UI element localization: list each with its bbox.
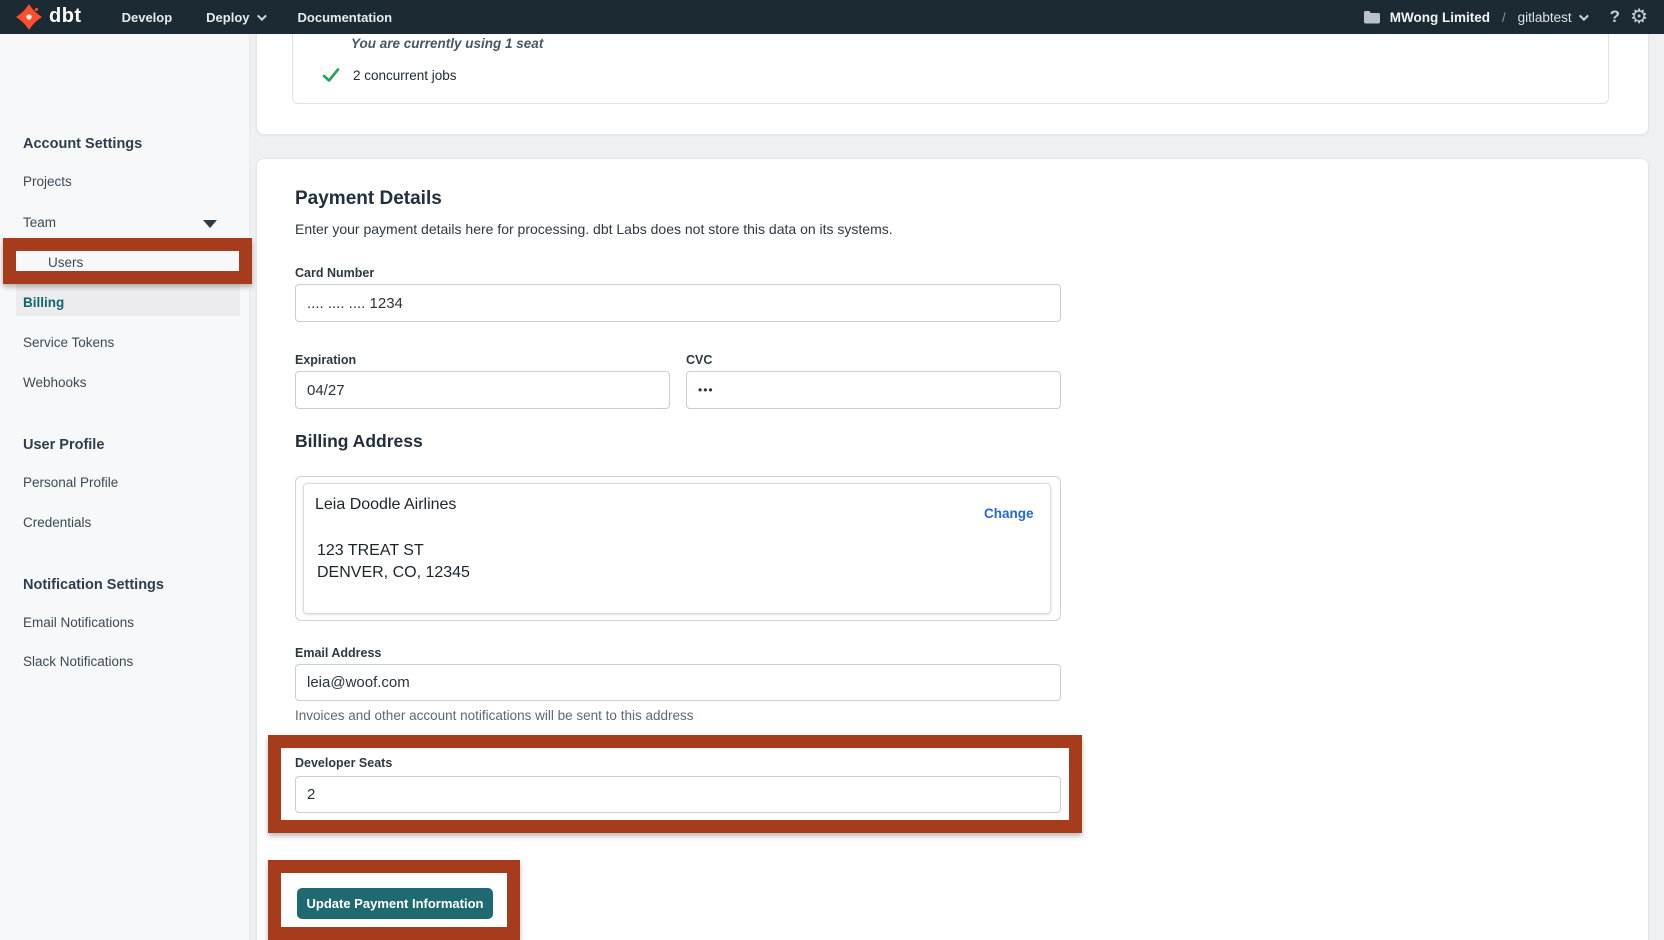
gear-icon[interactable]: ⚙ (1630, 7, 1648, 27)
account-name[interactable]: MWong Limited (1390, 10, 1490, 25)
seat-usage-note: You are currently using 1 seat (351, 36, 543, 51)
sidebar-item-billing[interactable]: Billing (23, 295, 64, 310)
page-title: Payment Details (295, 188, 442, 210)
cvc-label: CVC (686, 353, 712, 367)
check-icon (322, 66, 340, 84)
change-address-link[interactable]: Change (984, 506, 1034, 521)
breadcrumb-separator: / (1500, 10, 1508, 25)
sidebar-item-slack-notifications[interactable]: Slack Notifications (23, 654, 133, 669)
caret-down-icon[interactable] (203, 220, 217, 228)
expiration-input[interactable] (295, 371, 670, 409)
sidebar-item-projects[interactable]: Projects (23, 174, 72, 189)
email-helper-text: Invoices and other account notifications… (295, 708, 693, 723)
nav-link-deploy[interactable]: Deploy (206, 10, 263, 25)
developer-seats-label: Developer Seats (295, 756, 392, 770)
top-navbar: dbt Develop Deploy Documentation MWong L… (0, 0, 1664, 34)
project-selector[interactable]: gitlabtest (1518, 10, 1586, 25)
update-payment-button[interactable]: Update Payment Information (297, 888, 493, 919)
developer-seats-input[interactable] (295, 776, 1061, 813)
dbt-logo[interactable]: dbt (16, 4, 82, 30)
settings-sidebar: Account Settings Projects Team Users Bil… (0, 34, 250, 940)
help-icon[interactable]: ? (1610, 7, 1620, 27)
sidebar-item-personal-profile[interactable]: Personal Profile (23, 475, 118, 490)
sidebar-item-credentials[interactable]: Credentials (23, 515, 91, 530)
sidebar-section-notification-settings: Notification Settings (23, 577, 164, 593)
billing-address-name: Leia Doodle Airlines (315, 496, 456, 514)
nav-link-documentation[interactable]: Documentation (298, 10, 393, 25)
sidebar-item-team[interactable]: Team (23, 215, 56, 230)
billing-address-street: 123 TREAT ST (317, 542, 424, 560)
card-number-input[interactable] (295, 284, 1061, 322)
folder-icon (1363, 10, 1380, 24)
chevron-down-icon (256, 11, 266, 21)
concurrent-jobs-feature: 2 concurrent jobs (353, 68, 457, 83)
sidebar-item-email-notifications[interactable]: Email Notifications (23, 615, 134, 630)
sidebar-item-service-tokens[interactable]: Service Tokens (23, 335, 114, 350)
cvc-input[interactable] (686, 371, 1061, 409)
sidebar-item-webhooks[interactable]: Webhooks (23, 375, 87, 390)
sidebar-item-users[interactable]: Users (48, 255, 83, 270)
billing-address-city: DENVER, CO, 12345 (317, 564, 470, 582)
dbt-logo-icon (16, 4, 42, 30)
sidebar-section-account-settings: Account Settings (23, 136, 142, 152)
sidebar-section-user-profile: User Profile (23, 437, 104, 453)
card-number-label: Card Number (295, 266, 374, 280)
expiration-label: Expiration (295, 353, 356, 367)
nav-link-develop[interactable]: Develop (122, 10, 173, 25)
brand-text: dbt (49, 6, 82, 29)
email-input[interactable] (295, 664, 1061, 701)
email-label: Email Address (295, 646, 381, 660)
billing-address-title: Billing Address (295, 431, 423, 452)
chevron-down-icon (1579, 11, 1589, 21)
page: You are currently using 1 seat 2 concurr… (0, 0, 1664, 940)
payment-description: Enter your payment details here for proc… (295, 221, 893, 237)
